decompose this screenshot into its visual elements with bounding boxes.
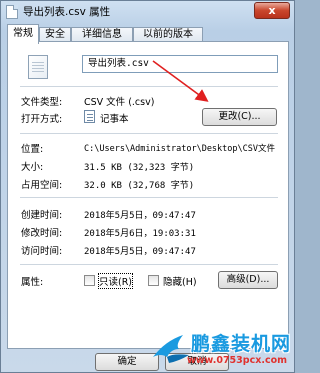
- watermark-url: www.0753pcx.com: [187, 355, 287, 366]
- tab-general[interactable]: 常规: [7, 24, 39, 44]
- location-value: C:\Users\Administrator\Desktop\CSV文件: [84, 144, 275, 154]
- advanced-button[interactable]: 高级(D)...: [218, 271, 278, 289]
- readonly-checkbox[interactable]: [84, 275, 95, 286]
- separator: [20, 86, 278, 87]
- created-label: 创建时间:: [21, 210, 63, 221]
- opens-with-value: 记事本: [100, 114, 129, 125]
- size-value: 31.5 KB (32,323 字节): [84, 163, 195, 173]
- accessed-value: 2018年5月5日，09:47:47: [84, 247, 196, 257]
- separator: [20, 133, 278, 134]
- file-type-label: 文件类型:: [21, 97, 63, 108]
- opens-with-label: 打开方式:: [21, 114, 63, 125]
- properties-window: 导出列表.csv 属性 x 常规 安全 详细信息 以前的版本 导出列表.csv …: [0, 0, 295, 373]
- created-value: 2018年5月5日，09:47:47: [84, 211, 196, 221]
- file-icon: [6, 5, 18, 19]
- readonly-label[interactable]: 只读(R): [97, 273, 134, 289]
- csv-file-icon: [28, 55, 48, 79]
- watermark-logo: 鹏鑫装机网 www.0753pcx.com: [149, 327, 295, 373]
- change-button[interactable]: 更改(C)...: [202, 108, 277, 126]
- hidden-checkbox[interactable]: [148, 275, 159, 286]
- tab-strip: 常规 安全 详细信息 以前的版本: [7, 24, 289, 44]
- title-bar[interactable]: 导出列表.csv 属性 x: [1, 1, 294, 23]
- close-button[interactable]: x: [254, 2, 290, 19]
- size-label: 大小:: [21, 162, 44, 173]
- attributes-label: 属性:: [21, 277, 44, 288]
- hidden-label[interactable]: 隐藏(H): [163, 274, 197, 288]
- location-label: 位置:: [21, 144, 44, 155]
- size-on-disk-label: 占用空间:: [21, 180, 63, 191]
- size-on-disk-value: 32.0 KB (32,768 字节): [84, 181, 195, 191]
- separator: [20, 197, 278, 198]
- general-panel: 导出列表.csv 文件类型: CSV 文件 (.csv) 打开方式: 记事本 更…: [7, 41, 289, 349]
- window-title: 导出列表.csv 属性: [23, 6, 111, 18]
- notepad-icon: [84, 110, 95, 123]
- watermark-text: 鹏鑫装机网: [191, 333, 292, 355]
- separator: [20, 264, 278, 265]
- file-type-value: CSV 文件 (.csv): [84, 97, 155, 108]
- modified-value: 2018年5月6日，19:03:31: [84, 229, 196, 239]
- accessed-label: 访问时间:: [21, 246, 63, 257]
- modified-label: 修改时间:: [21, 228, 63, 239]
- file-name-input[interactable]: 导出列表.csv: [82, 55, 278, 73]
